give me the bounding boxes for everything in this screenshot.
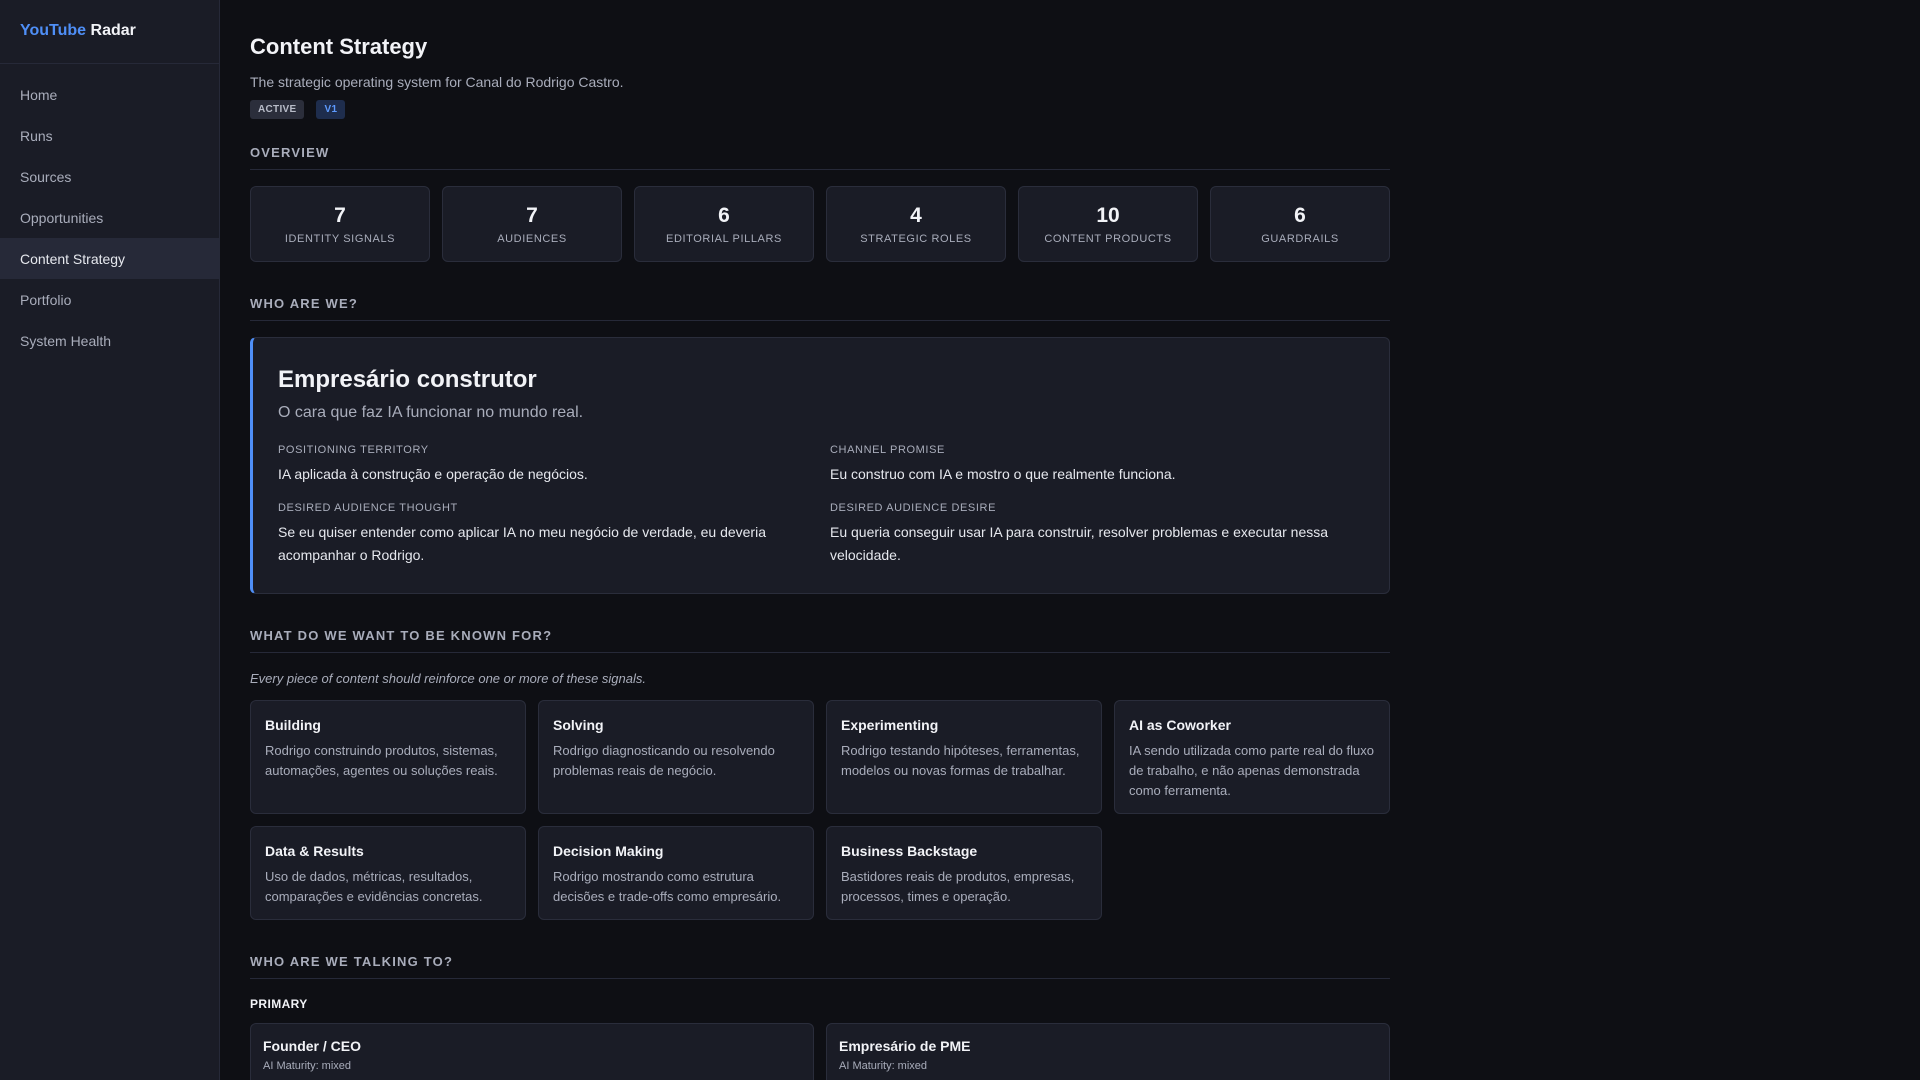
- page-title: Content Strategy: [250, 34, 428, 59]
- signals-note: Every piece of content should reinforce …: [250, 671, 646, 686]
- signal-desc: Rodrigo testando hipóteses, ferramentas,…: [841, 743, 1080, 778]
- stat-label: IDENTITY SIGNALS: [284, 233, 396, 245]
- sidebar-nav: Home Runs Sources Opportunities Content …: [0, 64, 219, 361]
- signal-title: Data & Results: [265, 843, 364, 859]
- primary-audience-label: PRIMARY: [250, 997, 308, 1011]
- desire-label: DESIRED AUDIENCE DESIRE: [830, 502, 997, 514]
- signal-title: Building: [265, 717, 321, 733]
- signal-desc: Uso de dados, métricas, resultados, comp…: [265, 869, 483, 904]
- stat-label: STRATEGIC ROLES: [860, 233, 972, 245]
- version-badge: V1: [316, 100, 346, 119]
- identity-heading: WHO ARE WE?: [250, 296, 1390, 321]
- signals-grid: Building Rodrigo construindo produtos, s…: [250, 700, 1390, 920]
- audiences-heading: WHO ARE WE TALKING TO?: [250, 954, 1390, 979]
- stat-label: GUARDRAILS: [1261, 233, 1339, 245]
- desire-block: DESIRED AUDIENCE DESIRE Eu queria conseg…: [830, 502, 1370, 567]
- desire-text: Eu queria conseguir usar IA para constru…: [830, 524, 1329, 563]
- thought-block: DESIRED AUDIENCE THOUGHT Se eu quiser en…: [278, 502, 830, 567]
- signal-title: Experimenting: [841, 717, 939, 733]
- audience-title: Empresário de PME: [839, 1038, 971, 1054]
- signal-card-ai-as-coworker[interactable]: AI as Coworker IA sendo utilizada como p…: [1114, 700, 1390, 814]
- audience-cards: Founder / CEO AI Maturity: mixed Empresá…: [250, 1023, 1390, 1080]
- sidebar-item-system-health[interactable]: System Health: [0, 320, 219, 361]
- signal-card-building[interactable]: Building Rodrigo construindo produtos, s…: [250, 700, 526, 814]
- stat-card-identity-signals[interactable]: 7 IDENTITY SIGNALS: [250, 186, 430, 262]
- signal-title: Decision Making: [553, 843, 664, 859]
- audience-card-empresario-pme[interactable]: Empresário de PME AI Maturity: mixed: [826, 1023, 1390, 1080]
- sidebar: YouTube Radar Home Runs Sources Opportun…: [0, 0, 220, 1080]
- brand-name-radar: Radar: [90, 22, 136, 39]
- stat-value: 4: [910, 204, 922, 227]
- promise-block: CHANNEL PROMISE Eu construo com IA e mos…: [830, 444, 1370, 486]
- stat-label: CONTENT PRODUCTS: [1044, 233, 1172, 245]
- identity-title: Empresário construtor: [278, 366, 537, 393]
- stat-card-audiences[interactable]: 7 AUDIENCES: [442, 186, 622, 262]
- signal-card-solving[interactable]: Solving Rodrigo diagnosticando ou resolv…: [538, 700, 814, 814]
- stat-value: 7: [526, 204, 538, 227]
- identity-details: POSITIONING TERRITORY IA aplicada à cons…: [278, 444, 1365, 567]
- app-root: YouTube Radar Home Runs Sources Opportun…: [0, 0, 1920, 1080]
- audience-ai-maturity: AI Maturity: mixed: [263, 1060, 352, 1072]
- page-badges: ACTIVE V1: [250, 100, 1390, 119]
- signal-desc: Rodrigo mostrando como estrutura decisõe…: [553, 869, 782, 904]
- signal-card-experimenting[interactable]: Experimenting Rodrigo testando hipóteses…: [826, 700, 1102, 814]
- stat-card-strategic-roles[interactable]: 4 STRATEGIC ROLES: [826, 186, 1006, 262]
- stat-card-guardrails[interactable]: 6 GUARDRAILS: [1210, 186, 1390, 262]
- signal-desc: Bastidores reais de produtos, empresas, …: [841, 869, 1075, 904]
- stat-value: 6: [718, 204, 730, 227]
- signal-title: AI as Coworker: [1129, 717, 1231, 733]
- signal-title: Business Backstage: [841, 843, 978, 859]
- signal-desc: IA sendo utilizada como parte real do fl…: [1129, 743, 1374, 798]
- identity-card: Empresário construtor O cara que faz IA …: [250, 337, 1390, 594]
- signal-desc: Rodrigo diagnosticando ou resolvendo pro…: [553, 743, 775, 778]
- content-column: Content Strategy The strategic operating…: [250, 34, 1390, 1080]
- stat-value: 6: [1294, 204, 1306, 227]
- sidebar-item-runs[interactable]: Runs: [0, 115, 219, 156]
- main-content: Content Strategy The strategic operating…: [220, 0, 1920, 1080]
- sidebar-item-opportunities[interactable]: Opportunities: [0, 197, 219, 238]
- audience-card-founder-ceo[interactable]: Founder / CEO AI Maturity: mixed: [250, 1023, 814, 1080]
- signal-card-business-backstage[interactable]: Business Backstage Bastidores reais de p…: [826, 826, 1102, 920]
- positioning-label: POSITIONING TERRITORY: [278, 444, 429, 456]
- overview-stats: 7 IDENTITY SIGNALS 7 AUDIENCES 6 EDITORI…: [250, 186, 1390, 262]
- signal-desc: Rodrigo construindo produtos, sistemas, …: [265, 743, 498, 778]
- audience-ai-maturity: AI Maturity: mixed: [839, 1060, 928, 1072]
- signal-card-decision-making[interactable]: Decision Making Rodrigo mostrando como e…: [538, 826, 814, 920]
- identity-tagline: O cara que faz IA funcionar no mundo rea…: [278, 404, 584, 421]
- brand-name-youtube: YouTube: [20, 22, 87, 39]
- signals-heading: WHAT DO WE WANT TO BE KNOWN FOR?: [250, 628, 1390, 653]
- signal-card-data-results[interactable]: Data & Results Uso de dados, métricas, r…: [250, 826, 526, 920]
- positioning-text: IA aplicada à construção e operação de n…: [278, 466, 588, 482]
- stat-label: EDITORIAL PILLARS: [666, 233, 782, 245]
- audience-title: Founder / CEO: [263, 1038, 361, 1054]
- thought-label: DESIRED AUDIENCE THOUGHT: [278, 502, 458, 514]
- positioning-block: POSITIONING TERRITORY IA aplicada à cons…: [278, 444, 830, 486]
- stat-label: AUDIENCES: [497, 233, 567, 245]
- promise-text: Eu construo com IA e mostro o que realme…: [830, 466, 1176, 482]
- overview-heading: OVERVIEW: [250, 145, 1390, 170]
- status-badge: ACTIVE: [250, 100, 305, 119]
- sidebar-item-sources[interactable]: Sources: [0, 156, 219, 197]
- page-subtitle: The strategic operating system for Canal…: [250, 74, 624, 90]
- sidebar-item-content-strategy[interactable]: Content Strategy: [0, 238, 219, 279]
- stat-card-editorial-pillars[interactable]: 6 EDITORIAL PILLARS: [634, 186, 814, 262]
- signal-title: Solving: [553, 717, 604, 733]
- thought-text: Se eu quiser entender como aplicar IA no…: [278, 524, 766, 563]
- sidebar-item-home[interactable]: Home: [0, 74, 219, 115]
- stat-value: 10: [1096, 204, 1120, 227]
- brand-logo[interactable]: YouTube Radar: [0, 0, 219, 64]
- stat-value: 7: [334, 204, 346, 227]
- promise-label: CHANNEL PROMISE: [830, 444, 945, 456]
- stat-card-content-products[interactable]: 10 CONTENT PRODUCTS: [1018, 186, 1198, 262]
- sidebar-item-portfolio[interactable]: Portfolio: [0, 279, 219, 320]
